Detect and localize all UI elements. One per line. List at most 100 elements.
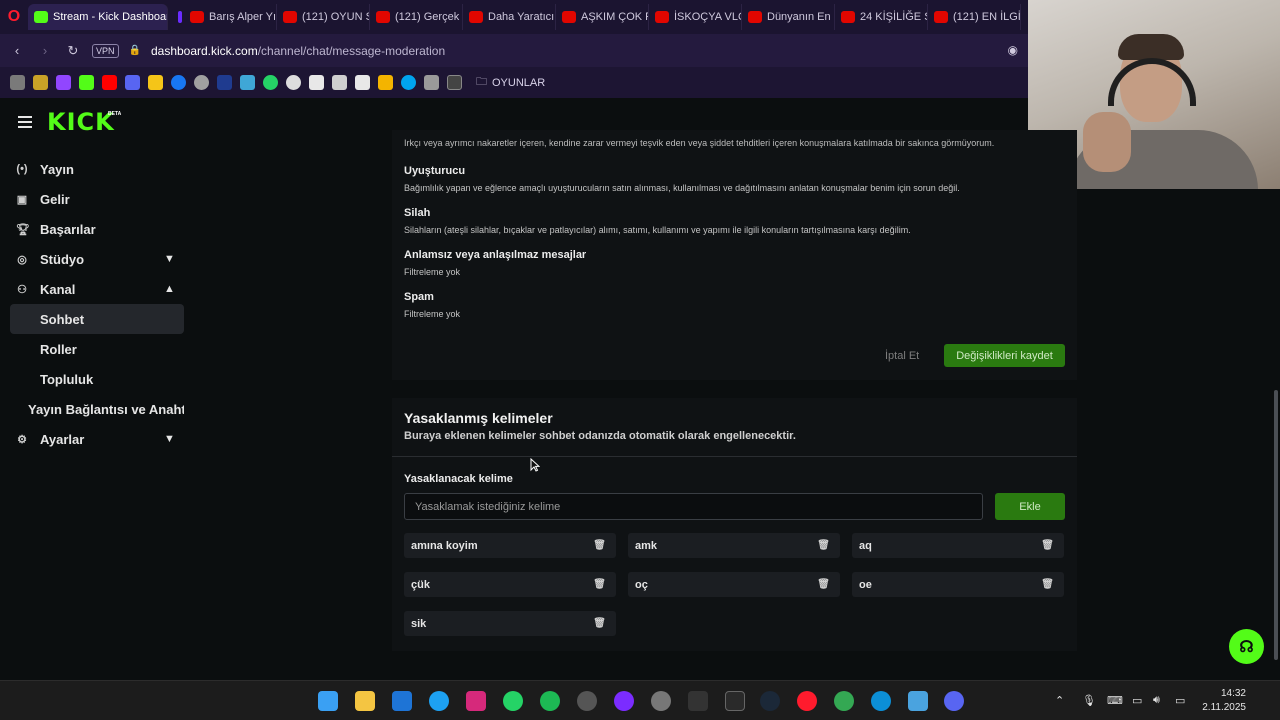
youtube-favicon-icon xyxy=(469,11,483,23)
bookmark-icon[interactable] xyxy=(10,75,25,90)
start-icon[interactable] xyxy=(318,691,338,711)
keyboard-icon[interactable]: ⌨ xyxy=(1107,694,1123,707)
menu-icon[interactable] xyxy=(18,116,32,131)
chevron-up-icon[interactable]: ⌃ xyxy=(1055,694,1064,707)
vpn-badge[interactable]: VPN xyxy=(92,43,119,58)
volume-icon[interactable]: 🔊︎ xyxy=(1153,694,1160,707)
youtube-favicon-icon xyxy=(655,11,669,23)
forward-icon[interactable]: › xyxy=(36,43,54,58)
twitter-icon[interactable] xyxy=(429,691,449,711)
kick-favicon-icon xyxy=(34,11,48,23)
file-explorer-icon[interactable] xyxy=(355,691,375,711)
whatsapp-bookmark-icon[interactable] xyxy=(263,75,278,90)
opera-icon[interactable] xyxy=(797,691,817,711)
sidebar-item-studyo[interactable]: ◎ Stüdyo ▼ xyxy=(0,244,190,274)
display-icon[interactable]: ▭ xyxy=(1132,694,1142,707)
sidebar-item-ayarlar[interactable]: ⚙ Ayarlar ▼ xyxy=(0,424,190,454)
scrollbar-thumb[interactable] xyxy=(1274,390,1278,660)
tab[interactable]: Daha Yaratıcı O xyxy=(463,4,556,30)
sidebar-item-roller[interactable]: Roller xyxy=(0,334,190,364)
tab[interactable]: (121) OYUN SA xyxy=(277,4,370,30)
instagram-icon[interactable] xyxy=(466,691,486,711)
kick-logo[interactable]: KICK xyxy=(47,108,115,136)
facebook-bookmark-icon[interactable] xyxy=(171,75,186,90)
tab[interactable]: İSKOÇYA VLOG xyxy=(649,4,742,30)
bookmark-icon[interactable] xyxy=(286,75,301,90)
chrome-icon[interactable] xyxy=(834,691,854,711)
tab[interactable]: (121) EN İLGİN xyxy=(928,4,1021,30)
revenue-icon: ▣ xyxy=(16,193,28,206)
sidebar-item-basarilar[interactable]: 🏆︎ Başarılar xyxy=(0,214,190,244)
trash-icon[interactable]: 🗑︎ xyxy=(593,618,606,629)
trash-icon[interactable]: 🗑︎ xyxy=(1041,579,1054,590)
discord-bookmark-icon[interactable] xyxy=(125,75,140,90)
chevron-down-icon[interactable]: ▼ xyxy=(164,433,175,445)
bookmark-icon[interactable] xyxy=(424,75,439,90)
screen: O Stream - Kick Dashboard Barış Alper Yı… xyxy=(0,0,1280,720)
folder-icon: 🗀 xyxy=(476,76,487,88)
trash-icon[interactable]: 🗑︎ xyxy=(593,579,606,590)
app-icon[interactable] xyxy=(688,691,708,711)
sidebar-item-topluluk[interactable]: Topluluk xyxy=(0,364,190,394)
outlook-icon[interactable] xyxy=(392,691,412,711)
edge-bookmark-icon[interactable] xyxy=(401,75,416,90)
obs-icon[interactable] xyxy=(651,691,671,711)
sidebar-item-sohbet[interactable]: Sohbet xyxy=(10,304,184,334)
app-icon[interactable] xyxy=(908,691,928,711)
steam-icon[interactable] xyxy=(760,691,780,711)
bookmark-icon[interactable] xyxy=(355,75,370,90)
back-icon[interactable]: ‹ xyxy=(8,43,26,58)
bookmark-icon[interactable] xyxy=(378,75,393,90)
tab[interactable]: Barış Alper Yılm xyxy=(184,4,277,30)
epic-games-icon[interactable] xyxy=(725,691,745,711)
trash-icon[interactable]: 🗑︎ xyxy=(817,540,830,551)
banned-word-chip: oç 🗑︎ xyxy=(628,572,840,597)
sidebar-item-kanal[interactable]: ⚇ Kanal ▲ xyxy=(0,274,190,304)
url-field[interactable]: dashboard.kick.com/channel/chat/message-… xyxy=(151,44,445,58)
bookmark-icon[interactable] xyxy=(447,75,462,90)
imdb-bookmark-icon[interactable] xyxy=(148,75,163,90)
divider xyxy=(392,456,1077,457)
tab[interactable]: 24 KİŞİLİĞE SA xyxy=(835,4,928,30)
bookmark-icon[interactable] xyxy=(332,75,347,90)
whatsapp-icon[interactable] xyxy=(503,691,523,711)
bookmark-icon[interactable] xyxy=(217,75,232,90)
tab-kick-dashboard[interactable]: Stream - Kick Dashboard xyxy=(28,4,168,30)
banned-word-input[interactable] xyxy=(404,493,983,520)
bookmark-folder-oyunlar[interactable]: 🗀 OYUNLAR xyxy=(476,73,545,92)
bookmark-icon[interactable] xyxy=(33,75,48,90)
support-chat-button[interactable]: ☊ xyxy=(1229,629,1264,664)
tab[interactable]: (121) Gerçek H xyxy=(370,4,463,30)
document-bookmark-icon[interactable] xyxy=(309,75,324,90)
youtube-bookmark-icon[interactable] xyxy=(102,75,117,90)
add-word-button[interactable]: Ekle xyxy=(995,493,1065,520)
kick-bookmark-icon[interactable] xyxy=(79,75,94,90)
twitch-bookmark-icon[interactable] xyxy=(56,75,71,90)
banned-words-card: Yasaklanmış kelimeler Buraya eklenen kel… xyxy=(392,398,1077,651)
chevron-up-icon[interactable]: ▲ xyxy=(164,283,175,295)
battery-icon[interactable]: ▭ xyxy=(1175,694,1185,707)
bookmark-icon[interactable] xyxy=(240,75,255,90)
reload-icon[interactable]: ↻ xyxy=(64,43,82,59)
tab[interactable]: Dünyanın En B xyxy=(742,4,835,30)
app-icon[interactable] xyxy=(577,691,597,711)
system-clock[interactable]: 14:32 2.11.2025 xyxy=(1200,687,1246,715)
tab[interactable]: AŞKIM ÇOK PA xyxy=(556,4,649,30)
chevron-down-icon[interactable]: ▼ xyxy=(164,253,175,265)
trash-icon[interactable]: 🗑︎ xyxy=(817,579,830,590)
opera-logo-icon[interactable]: O xyxy=(0,0,28,34)
trash-icon[interactable]: 🗑︎ xyxy=(593,540,606,551)
save-changes-button[interactable]: Değişiklikleri kaydet xyxy=(944,344,1065,367)
sidebar-item-stream-key[interactable]: Yayın Bağlantısı ve Anahtarı xyxy=(0,394,190,424)
sidebar-item-gelir[interactable]: ▣ Gelir xyxy=(0,184,190,214)
edge-icon[interactable] xyxy=(871,691,891,711)
app-icon[interactable] xyxy=(614,691,634,711)
sidebar-item-yayin[interactable]: (•) Yayın xyxy=(0,154,190,184)
microphone-icon[interactable]: 🎙︎ xyxy=(1082,694,1096,707)
trash-icon[interactable]: 🗑︎ xyxy=(1041,540,1054,551)
camera-icon[interactable]: ◉ xyxy=(1008,43,1018,57)
openai-bookmark-icon[interactable] xyxy=(194,75,209,90)
spotify-icon[interactable] xyxy=(540,691,560,711)
discord-icon[interactable] xyxy=(944,691,964,711)
cancel-button[interactable]: İptal Et xyxy=(885,350,919,362)
